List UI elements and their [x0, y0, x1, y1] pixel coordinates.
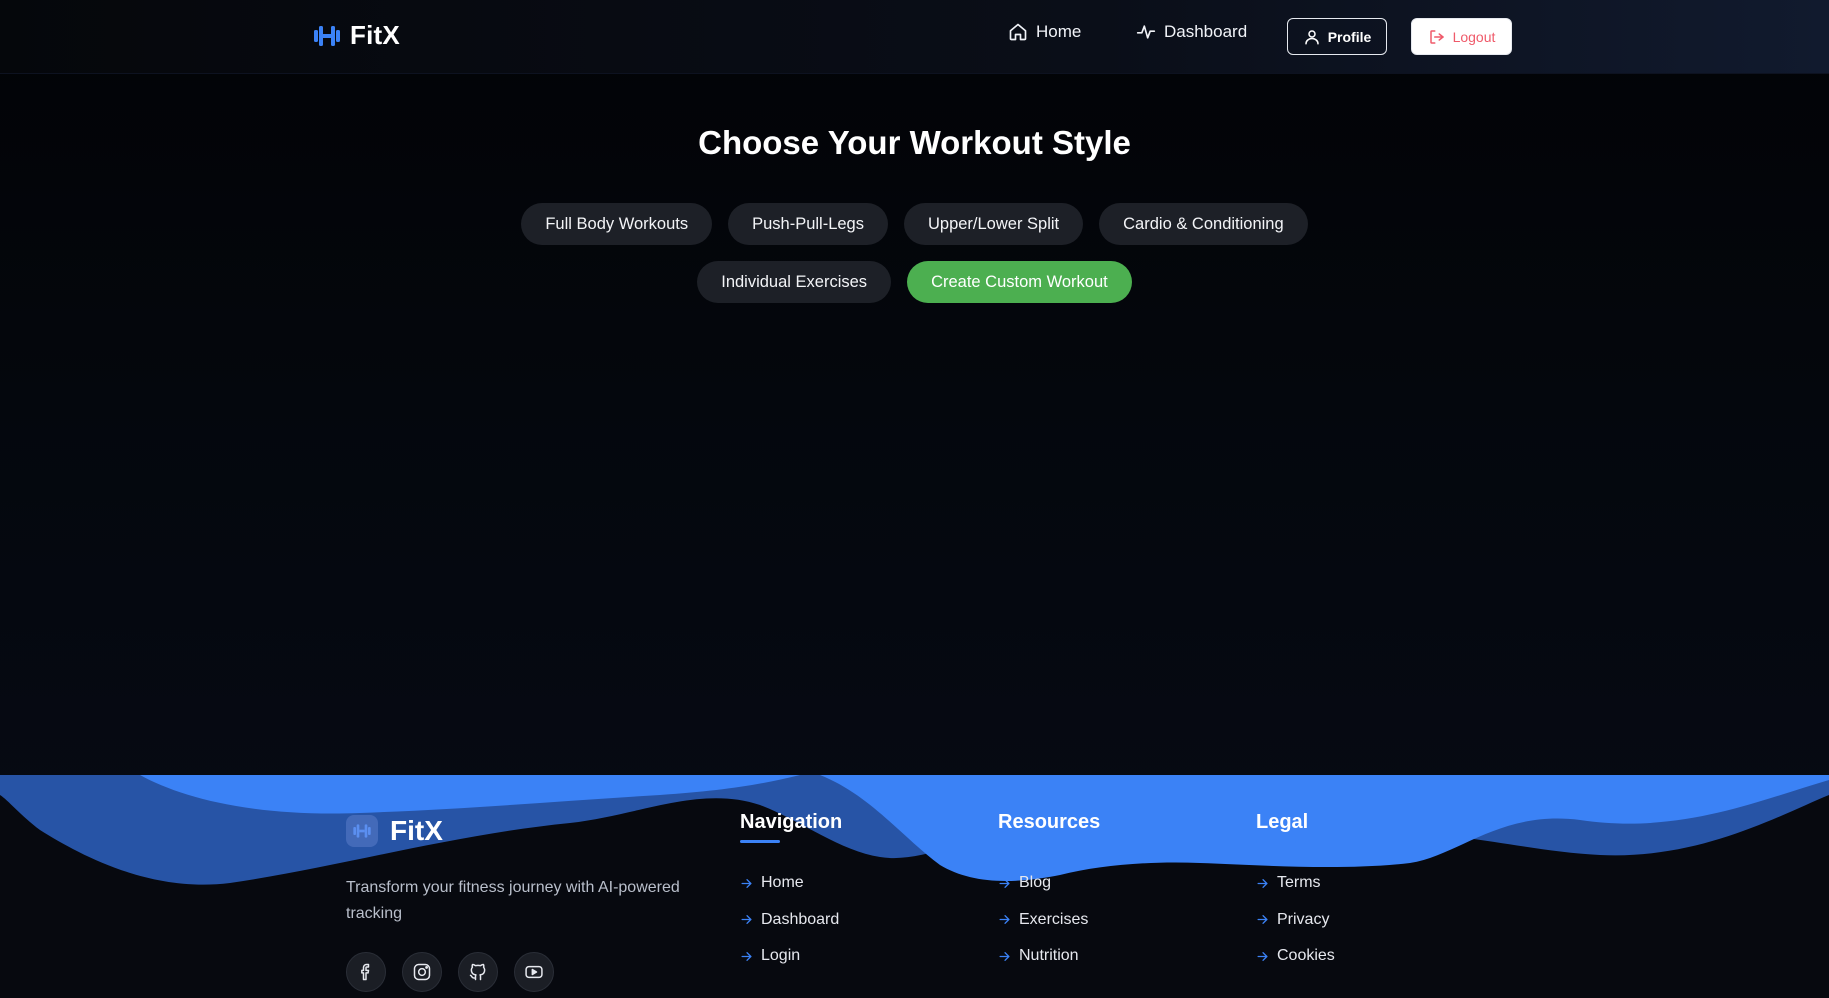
- footer-link-list: Home Dashboard Login: [740, 873, 842, 966]
- facebook-icon: [361, 963, 370, 981]
- footer-col-legal: Legal Terms Privacy Cookies: [1256, 811, 1335, 983]
- profile-button[interactable]: Profile: [1287, 18, 1387, 55]
- chip-individual-exercises[interactable]: Individual Exercises: [697, 261, 892, 303]
- footer-link-exercises[interactable]: Exercises: [998, 910, 1100, 930]
- workout-style-chips: Full Body Workouts Push-Pull-Legs Upper/…: [0, 203, 1829, 319]
- arrow-right-icon: [1257, 878, 1268, 888]
- social-links: [346, 952, 554, 992]
- arrow-right-icon: [999, 951, 1010, 961]
- logout-label: Logout: [1452, 28, 1496, 45]
- github-icon: [469, 963, 486, 981]
- arrow-right-icon: [999, 915, 1010, 924]
- footer-col-title: Resources: [998, 811, 1101, 833]
- instagram-icon: [413, 963, 431, 981]
- footer-link-login[interactable]: Login: [740, 946, 842, 966]
- arrow-right-icon: [999, 878, 1010, 888]
- title-underline: [1256, 840, 1296, 843]
- chip-row-1: Full Body Workouts Push-Pull-Legs Upper/…: [0, 203, 1829, 245]
- facebook-link[interactable]: [346, 952, 386, 992]
- footer-link-label: Home: [761, 874, 804, 891]
- brand-name: FitX: [350, 20, 400, 50]
- home-icon: [1009, 23, 1027, 41]
- title-underline: [740, 840, 780, 843]
- footer-link-label: Privacy: [1277, 910, 1330, 928]
- footer-link-blog[interactable]: Blog: [998, 873, 1100, 893]
- footer-link-label: Terms: [1277, 874, 1321, 891]
- instagram-link[interactable]: [402, 952, 442, 992]
- nav-home-label: Home: [1036, 22, 1082, 41]
- arrow-right-icon: [1257, 915, 1268, 924]
- dumbbell-icon: [353, 824, 371, 838]
- youtube-link[interactable]: [514, 952, 554, 992]
- footer-col-navigation: Navigation Home Dashboard Login: [740, 811, 842, 983]
- footer-link-label: Exercises: [1019, 910, 1089, 928]
- logout-icon: [1429, 29, 1444, 44]
- arrow-right-icon: [741, 951, 752, 961]
- title-underline: [998, 840, 1038, 843]
- footer-link-cookies[interactable]: Cookies: [1256, 946, 1335, 966]
- footer-link-terms[interactable]: Terms: [1256, 873, 1335, 893]
- page: FitX Home Dashboard Profile Logout Choos…: [0, 0, 1829, 998]
- dumbbell-icon: [314, 25, 340, 46]
- activity-icon: [1136, 25, 1156, 39]
- brand-logo-link[interactable]: FitX: [312, 20, 400, 51]
- youtube-icon: [525, 965, 543, 979]
- logout-button[interactable]: Logout: [1411, 18, 1512, 55]
- footer-col-title: Legal: [1256, 811, 1309, 833]
- footer-link-label: Cookies: [1277, 947, 1335, 964]
- create-custom-workout-button[interactable]: Create Custom Workout: [907, 261, 1132, 303]
- chip-push-pull-legs[interactable]: Push-Pull-Legs: [728, 203, 888, 245]
- footer-link-nutrition[interactable]: Nutrition: [998, 946, 1100, 966]
- chip-row-2: Individual Exercises Create Custom Worko…: [0, 261, 1829, 303]
- chip-upper-lower[interactable]: Upper/Lower Split: [903, 203, 1084, 245]
- nav-home-link[interactable]: Home: [1008, 22, 1081, 42]
- nav-dashboard-link[interactable]: Dashboard: [1136, 22, 1247, 42]
- footer-col-resources: Resources Blog Exercises Nutrition: [998, 811, 1100, 983]
- chip-full-body[interactable]: Full Body Workouts: [521, 203, 713, 245]
- footer-tagline: Transform your fitness journey with AI-p…: [346, 879, 680, 922]
- footer-link-list: Blog Exercises Nutrition: [998, 873, 1100, 966]
- footer-link-privacy[interactable]: Privacy: [1256, 910, 1335, 930]
- footer-brand-name: FitX: [390, 815, 443, 846]
- page-title: Choose Your Workout Style: [698, 124, 1131, 161]
- footer-link-label: Nutrition: [1019, 947, 1079, 964]
- footer-link-label: Login: [761, 947, 801, 964]
- arrow-right-icon: [741, 878, 752, 888]
- footer-brand: FitX: [346, 815, 443, 847]
- arrow-right-icon: [1257, 951, 1268, 961]
- footer-link-label: Blog: [1019, 874, 1052, 891]
- nav-dashboard-label: Dashboard: [1164, 22, 1248, 41]
- profile-label: Profile: [1327, 28, 1372, 45]
- footer-logo-badge: [346, 815, 378, 847]
- chip-cardio[interactable]: Cardio & Conditioning: [1099, 203, 1308, 245]
- top-navbar: FitX Home Dashboard Profile Logout: [0, 0, 1829, 74]
- github-link[interactable]: [458, 952, 498, 992]
- footer-link-dashboard[interactable]: Dashboard: [740, 910, 842, 930]
- footer-link-list: Terms Privacy Cookies: [1256, 873, 1335, 966]
- footer-wave-decoration: [0, 775, 1829, 885]
- user-icon: [1304, 29, 1319, 44]
- arrow-right-icon: [741, 915, 752, 924]
- footer-link-home[interactable]: Home: [740, 873, 842, 893]
- footer-link-label: Dashboard: [761, 910, 840, 928]
- footer: FitX Transform your fitness journey with…: [0, 775, 1829, 998]
- footer-col-title: Navigation: [740, 811, 843, 833]
